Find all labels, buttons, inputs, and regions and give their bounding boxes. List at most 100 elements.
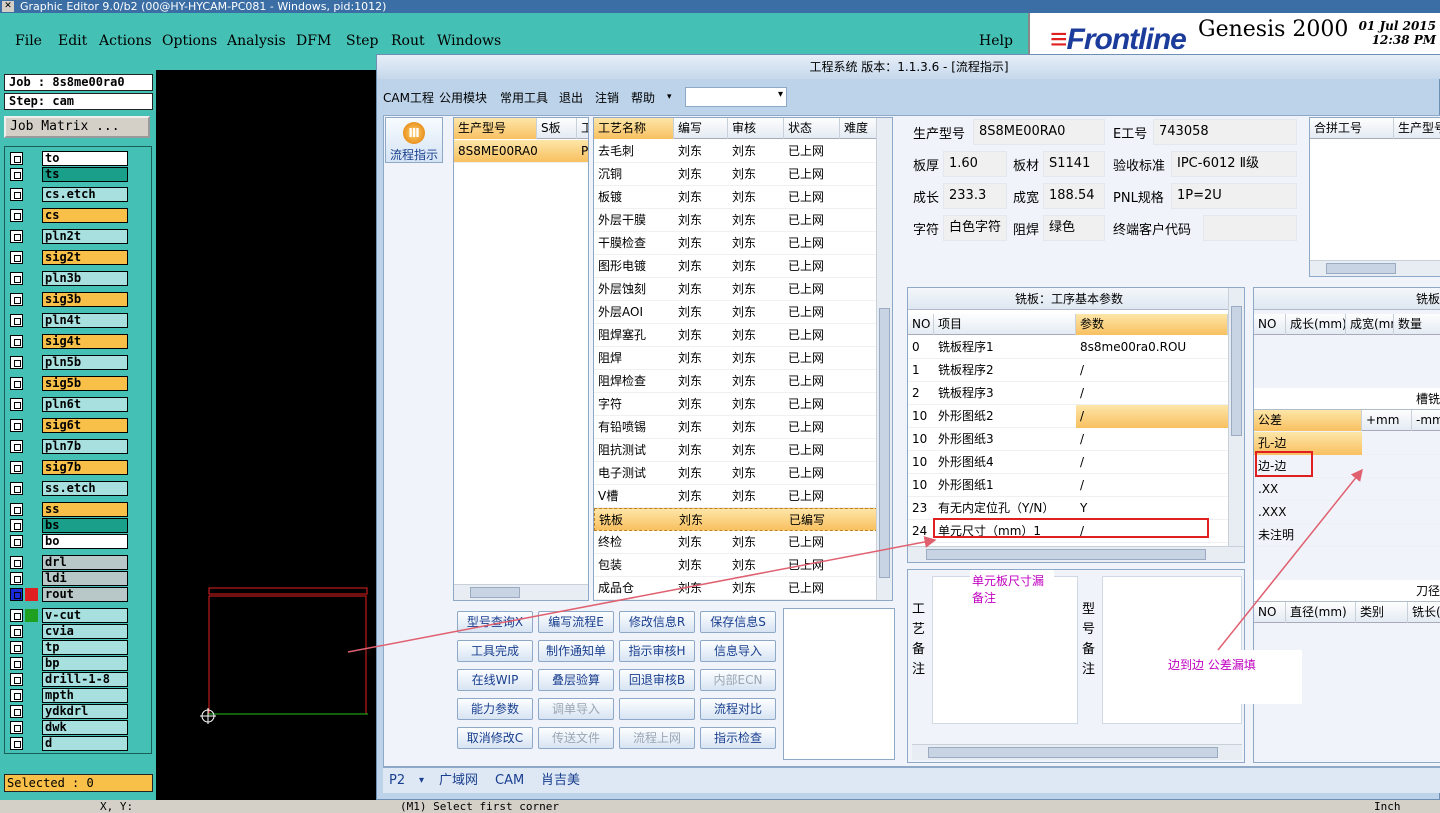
layer-checkbox[interactable]: [10, 588, 23, 601]
layer-name[interactable]: sig4t: [42, 334, 128, 349]
layer-name[interactable]: pln7b: [42, 439, 128, 454]
action-button[interactable]: 保存信息S: [700, 611, 776, 633]
layer-name[interactable]: drl: [42, 555, 128, 570]
layer-row[interactable]: sig2t: [8, 250, 128, 265]
layer-row[interactable]: pln2t: [8, 229, 128, 244]
layer-row[interactable]: dwk: [8, 720, 128, 735]
action-button[interactable]: 流程对比: [700, 698, 776, 720]
layer-checkbox[interactable]: [10, 572, 23, 585]
value-character[interactable]: 白色字符: [943, 215, 1007, 241]
tolerance-row[interactable]: .XXX: [1254, 501, 1440, 524]
layer-checkbox[interactable]: [10, 641, 23, 654]
job-matrix-button[interactable]: Job Matrix ...: [4, 116, 150, 138]
layer-checkbox[interactable]: [10, 673, 23, 686]
layer-checkbox[interactable]: [10, 230, 23, 243]
layer-row[interactable]: to: [8, 151, 128, 166]
action-button[interactable]: 流程上网: [619, 727, 695, 749]
layer-name[interactable]: bp: [42, 656, 128, 671]
layer-checkbox[interactable]: [10, 482, 23, 495]
layer-name[interactable]: dwk: [42, 720, 128, 735]
layer-name[interactable]: ss.etch: [42, 481, 128, 496]
layer-checkbox[interactable]: [10, 314, 23, 327]
layer-row[interactable]: pln4t: [8, 313, 128, 328]
process-row[interactable]: 外层蚀刻 刘东 刘东 已上网: [594, 278, 878, 301]
process-row[interactable]: 有铅喷锡 刘东 刘东 已上网: [594, 416, 878, 439]
layer-row[interactable]: ss.etch: [8, 481, 128, 496]
value-eno[interactable]: 743058: [1153, 119, 1297, 145]
layer-name[interactable]: sig2t: [42, 250, 128, 265]
col-status[interactable]: 状态: [784, 118, 840, 139]
layer-row[interactable]: d: [8, 736, 128, 751]
layer-name[interactable]: ydkdrl: [42, 704, 128, 719]
layer-checkbox[interactable]: [10, 293, 23, 306]
layer-checkbox[interactable]: [10, 356, 23, 369]
tab-cam[interactable]: CAM: [495, 770, 524, 792]
col-reviewer[interactable]: 审核: [728, 118, 784, 139]
layer-row[interactable]: pln5b: [8, 355, 128, 370]
layer-name[interactable]: bo: [42, 534, 128, 549]
process-row[interactable]: 干膜检查 刘东 刘东 已上网: [594, 232, 878, 255]
menu-logout[interactable]: 注销: [595, 89, 619, 106]
layer-name[interactable]: pln3b: [42, 271, 128, 286]
layer-checkbox[interactable]: [10, 689, 23, 702]
col-no[interactable]: NO: [908, 314, 934, 335]
layer-row[interactable]: ss: [8, 502, 128, 517]
layer-name[interactable]: cs: [42, 208, 128, 223]
layer-checkbox[interactable]: [10, 335, 23, 348]
layer-name[interactable]: d: [42, 736, 128, 751]
action-button[interactable]: 型号查询X: [457, 611, 533, 633]
action-button[interactable]: 内部ECN: [700, 669, 776, 691]
action-button[interactable]: [619, 698, 695, 720]
col-tolerance[interactable]: 公差: [1254, 410, 1362, 431]
process-row[interactable]: 字符 刘东 刘东 已上网: [594, 393, 878, 416]
layer-row[interactable]: mpth: [8, 688, 128, 703]
col-rp-qty[interactable]: 数量: [1394, 314, 1440, 335]
layer-name[interactable]: v-cut: [42, 608, 128, 623]
col-rp-length[interactable]: 成长(mm): [1286, 314, 1346, 335]
layer-row[interactable]: sig4t: [8, 334, 128, 349]
col-s-board[interactable]: S板: [537, 118, 577, 139]
layer-row[interactable]: bs: [8, 518, 128, 533]
mill-param-row[interactable]: 0 铣板程序1 8s8me00ra0.ROU: [908, 336, 1230, 359]
action-button[interactable]: 取消修改C: [457, 727, 533, 749]
value-customer-code[interactable]: [1203, 215, 1297, 241]
menu-file[interactable]: File: [15, 33, 42, 49]
menu-dfm[interactable]: DFM: [296, 33, 331, 49]
layer-name[interactable]: mpth: [42, 688, 128, 703]
layer-checkbox[interactable]: [10, 440, 23, 453]
col-process-name[interactable]: 工艺名称: [594, 118, 674, 139]
mill-param-row[interactable]: 10 外形图纸1 /: [908, 474, 1230, 497]
col-model[interactable]: 生产型号: [454, 118, 537, 139]
layer-checkbox[interactable]: [10, 535, 23, 548]
process-vscroll[interactable]: [876, 118, 892, 600]
action-button[interactable]: 能力参数: [457, 698, 533, 720]
layer-name[interactable]: sig5b: [42, 376, 128, 391]
value-pnl[interactable]: 1P=2U: [1171, 183, 1297, 209]
col-writer[interactable]: 编写: [674, 118, 728, 139]
col-plus[interactable]: +mm: [1362, 410, 1412, 431]
layer-checkbox[interactable]: [10, 209, 23, 222]
graphic-canvas[interactable]: [156, 70, 378, 800]
tolerance-row[interactable]: .XX: [1254, 478, 1440, 501]
process-row[interactable]: 电子测试 刘东 刘东 已上网: [594, 462, 878, 485]
layer-name[interactable]: ss: [42, 502, 128, 517]
value-material[interactable]: S1141: [1043, 151, 1105, 177]
layer-checkbox[interactable]: [10, 461, 23, 474]
col-rp-no[interactable]: NO: [1254, 314, 1286, 335]
mill-hscroll[interactable]: [908, 546, 1244, 562]
action-button[interactable]: 调单导入: [538, 698, 614, 720]
mill-param-row[interactable]: 10 外形图纸2 /: [908, 405, 1230, 428]
layer-row[interactable]: ldi: [8, 571, 128, 586]
layer-row[interactable]: cvia: [8, 624, 128, 639]
layer-checkbox[interactable]: [10, 519, 23, 532]
menu-options[interactable]: Options: [162, 33, 217, 49]
menu-help[interactable]: 帮助: [631, 89, 655, 106]
layer-checkbox[interactable]: [10, 705, 23, 718]
menu-exit[interactable]: 退出: [559, 89, 583, 106]
tab-p2[interactable]: P2: [389, 770, 405, 792]
layer-checkbox[interactable]: [10, 503, 23, 516]
menu-edit[interactable]: Edit: [58, 33, 87, 49]
process-row[interactable]: 板镀 刘东 刘东 已上网: [594, 186, 878, 209]
process-row[interactable]: 阻抗测试 刘东 刘东 已上网: [594, 439, 878, 462]
tab-dropdown-icon[interactable]: ▾: [419, 770, 424, 792]
